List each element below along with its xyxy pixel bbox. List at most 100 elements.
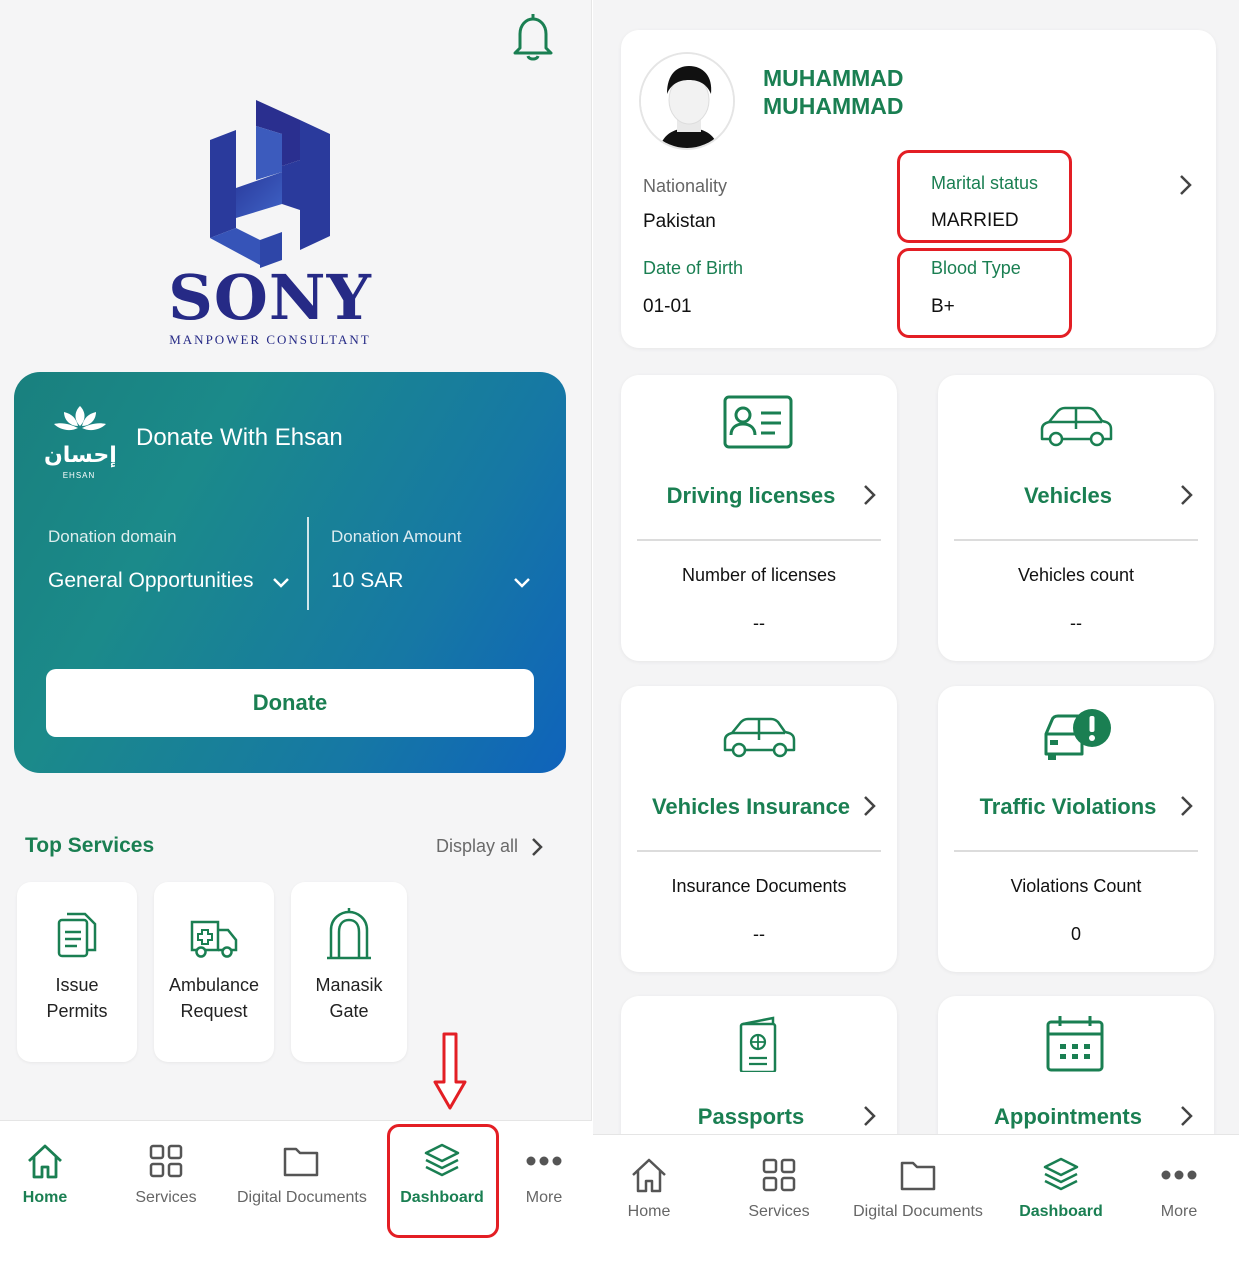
nav-services[interactable]: Services [132, 1141, 200, 1207]
nav-more[interactable]: More [1151, 1155, 1207, 1221]
nav-digital-documents[interactable]: Digital Documents [852, 1155, 984, 1221]
nav-services-label: Services [748, 1203, 810, 1220]
gate-icon [323, 908, 375, 962]
nav-digital-documents[interactable]: Digital Documents [237, 1141, 367, 1207]
tile-subtitle: Insurance Documents [671, 876, 847, 896]
car-insurance-icon [719, 704, 799, 762]
chevron-right-icon[interactable] [857, 1104, 881, 1128]
service-tile-label: Manasik Gate [315, 975, 383, 1021]
chevron-right-icon[interactable] [1174, 794, 1198, 818]
tile-driving-licenses[interactable]: Driving licenses Number of licenses -- [621, 375, 897, 661]
tile-divider [637, 850, 881, 852]
donation-divider [307, 517, 309, 610]
tile-divider [954, 539, 1198, 541]
passport-icon [719, 1014, 799, 1072]
tile-subtitle: Vehicles count [1017, 565, 1135, 585]
donate-button[interactable]: Donate [46, 669, 534, 737]
tile-subtitle: Violations Count [1010, 876, 1142, 896]
chevron-right-icon[interactable] [1174, 483, 1198, 507]
id-card-icon [719, 393, 799, 451]
tile-subtitle: Number of licenses [681, 565, 837, 585]
tile-title: Appointments [994, 1104, 1142, 1129]
company-logo-subtitle: MANPOWER CONSULTANT [169, 332, 371, 347]
donation-domain-select[interactable]: General Opportunities [48, 569, 253, 593]
tile-value: 0 [1070, 924, 1081, 944]
tile-title: Driving licenses [666, 483, 836, 508]
chevron-right-icon[interactable] [857, 794, 881, 818]
notification-bell-icon[interactable] [508, 10, 558, 64]
profile-card[interactable]: MUHAMMAD MUHAMMAD Nationality Pakistan Ma… [621, 30, 1216, 348]
nationality-label: Nationality [643, 176, 728, 196]
company-logo-word: SONY [168, 261, 372, 334]
nav-more[interactable]: More [516, 1141, 572, 1207]
nav-dashboard[interactable]: Dashboard [1013, 1155, 1109, 1221]
traffic-violation-icon [1036, 704, 1116, 762]
donate-title: Donate With Ehsan [136, 424, 343, 451]
tile-title: Vehicles Insurance [651, 794, 851, 819]
company-logo-icon [200, 100, 340, 270]
donation-domain-label: Donation domain [48, 527, 177, 546]
app-root: SONY MANPOWER CONSULTANT إحسان EHSAN Don… [0, 0, 1239, 1270]
tile-value: -- [753, 924, 765, 944]
donation-amount-label: Donation Amount [331, 527, 462, 546]
bottom-nav-bar: Home Services Digital Documents Dashboar… [593, 1134, 1239, 1270]
avatar [639, 52, 735, 150]
chevron-down-icon[interactable] [270, 572, 292, 594]
tile-title: Passports [697, 1104, 805, 1129]
chevron-right-icon[interactable] [526, 836, 548, 858]
ambulance-icon [188, 908, 240, 962]
chevron-right-icon[interactable] [1174, 1104, 1198, 1128]
documents-icon [51, 908, 103, 962]
service-tile-label: Issue Permits [46, 975, 108, 1021]
layers-icon [1041, 1155, 1081, 1195]
home-icon [25, 1141, 65, 1181]
annotation-arrow-down-icon [432, 1032, 468, 1112]
donation-amount-select[interactable]: 10 SAR [331, 569, 403, 593]
marital-status-highlight-box [897, 150, 1072, 243]
nav-services-label: Services [135, 1189, 197, 1206]
donate-card: إحسان EHSAN Donate With Ehsan Donation d… [14, 372, 566, 773]
calendar-icon [1036, 1014, 1116, 1072]
tile-divider [954, 850, 1198, 852]
tile-vehicles-insurance[interactable]: Vehicles Insurance Insurance Documents -… [621, 686, 897, 972]
nav-home-label: Home [22, 1189, 68, 1206]
tile-value: -- [753, 613, 765, 633]
grid-icon [146, 1141, 186, 1181]
chevron-right-icon[interactable] [857, 483, 881, 507]
tile-vehicles[interactable]: Vehicles Vehicles count -- [938, 375, 1214, 661]
folder-icon [898, 1155, 938, 1195]
bottom-nav-bar: Home Services Digital Documents Dashboar… [0, 1120, 592, 1270]
nav-services[interactable]: Services [745, 1155, 813, 1221]
nav-home[interactable]: Home [14, 1141, 76, 1207]
service-tile-label: Ambulance Request [168, 975, 260, 1021]
ehsan-arabic-wordmark: إحسان [44, 442, 117, 467]
nav-more-label: More [1160, 1203, 1198, 1220]
blood-type-highlight-box [897, 248, 1072, 338]
nav-home-label: Home [627, 1203, 671, 1220]
home-screen: SONY MANPOWER CONSULTANT إحسان EHSAN Don… [0, 0, 592, 1270]
dashboard-screen: MUHAMMAD MUHAMMAD Nationality Pakistan Ma… [593, 0, 1239, 1270]
nav-digital-documents-label: Digital Documents [237, 1189, 367, 1206]
chevron-right-icon[interactable] [1173, 173, 1197, 197]
folder-icon [281, 1141, 321, 1181]
nav-dashboard-label: Dashboard [1019, 1203, 1103, 1220]
grid-icon [759, 1155, 799, 1195]
home-icon [629, 1155, 669, 1195]
more-dots-icon [1159, 1155, 1199, 1195]
profile-name: MUHAMMAD MUHAMMAD [763, 65, 904, 119]
chevron-down-icon[interactable] [511, 572, 533, 594]
tile-divider [637, 539, 881, 541]
tile-title: Vehicles [1023, 483, 1113, 508]
service-tile-manasik-gate[interactable]: Manasik Gate [291, 882, 407, 1062]
dashboard-highlight-box [387, 1124, 499, 1238]
tile-traffic-violations[interactable]: Traffic Violations Violations Count 0 [938, 686, 1214, 972]
display-all-link[interactable]: Display all [436, 836, 518, 857]
service-tile-ambulance-request[interactable]: Ambulance Request [154, 882, 274, 1062]
car-icon [1036, 393, 1116, 451]
dob-value: 01-01 [643, 296, 692, 317]
dob-label: Date of Birth [643, 258, 744, 278]
nav-home[interactable]: Home [618, 1155, 680, 1221]
nationality-value: Pakistan [643, 211, 716, 232]
tile-value: -- [1070, 613, 1082, 633]
service-tile-issue-permits[interactable]: Issue Permits [17, 882, 137, 1062]
